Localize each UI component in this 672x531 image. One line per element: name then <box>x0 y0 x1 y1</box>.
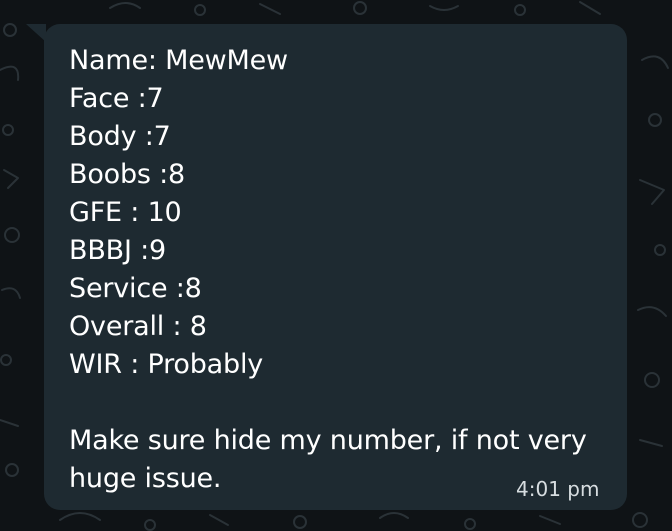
message-line: Overall : 8 <box>69 311 207 342</box>
message-timestamp: 4:01 pm <box>516 477 600 501</box>
message-line: BBBJ :9 <box>69 235 166 266</box>
message-line: Face :7 <box>69 83 164 114</box>
bubble-tail <box>26 24 46 42</box>
message-spacer <box>69 384 617 422</box>
message-line: GFE : 10 <box>69 197 182 228</box>
message-line: Name: MewMew <box>69 45 288 76</box>
message-line: Service :8 <box>69 273 202 304</box>
message-text: Name: MewMew Face :7 Body :7 Boobs :8 GF… <box>69 42 617 498</box>
message-line: WIR : Probably <box>69 349 264 380</box>
message-line: Boobs :8 <box>69 159 186 190</box>
message-line: Body :7 <box>69 121 171 152</box>
